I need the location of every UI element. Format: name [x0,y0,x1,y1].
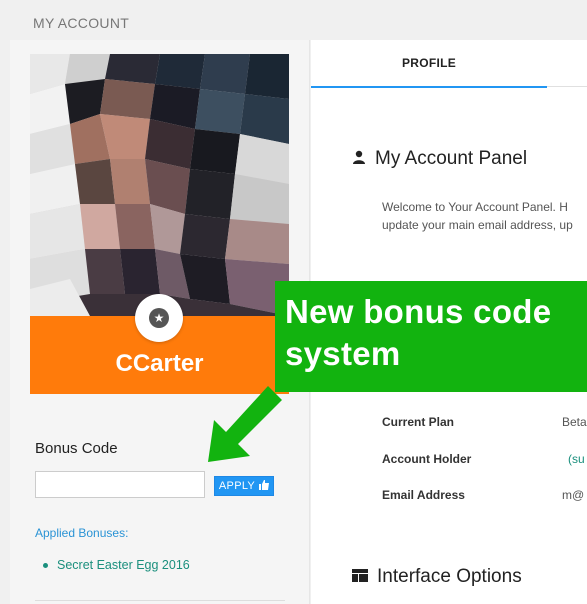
annotation-callout: New bonus code system [275,281,587,392]
applied-bonus-name: Secret Easter Egg 2016 [57,558,190,572]
tab-profile[interactable]: PROFILE [311,40,547,88]
table-icon [352,566,368,588]
bonus-code-input[interactable] [35,471,205,498]
apply-button-label: APPLY [218,480,256,492]
avatar [30,54,289,316]
apply-button[interactable]: APPLY [214,476,274,496]
applied-bonus-item: Secret Easter Egg 2016 [43,558,190,572]
user-icon [352,148,366,170]
welcome-text: Welcome to Your Account Panel. H update … [382,198,587,234]
row-value-email-address: m@ [562,488,585,502]
interface-options-title: Interface Options [377,566,522,587]
account-panel-heading: My Account Panel [352,148,527,170]
row-label-email-address: Email Address [382,488,465,502]
bullet [43,562,48,568]
page-title: MY ACCOUNT [33,15,130,31]
tab-underline [547,86,587,87]
thumbs-up-icon [259,479,270,493]
annotation-line: New bonus code [285,293,552,330]
applied-bonuses-label: Applied Bonuses: [35,526,129,540]
row-value-account-holder[interactable]: (su [568,452,587,466]
row-value-current-plan: Beta [562,415,587,429]
profile-badge: ★ [135,294,183,342]
account-panel-title: My Account Panel [375,148,528,169]
star-icon: ★ [149,308,169,328]
divider [35,600,285,601]
username: CCarter [115,350,204,377]
annotation-line: system [285,335,401,372]
bonus-code-label: Bonus Code [35,440,118,457]
row-label-account-holder: Account Holder [382,452,472,466]
row-label-current-plan: Current Plan [382,415,455,429]
welcome-line: Welcome to Your Account Panel. H [382,200,568,214]
interface-options-heading: Interface Options [352,566,522,588]
welcome-line: update your main email address, up [382,218,573,232]
annotation-arrow-icon [198,380,288,470]
